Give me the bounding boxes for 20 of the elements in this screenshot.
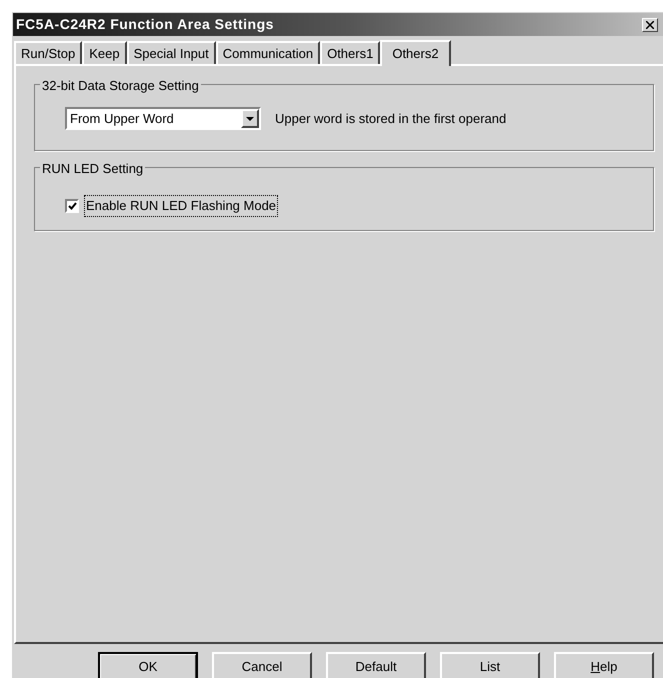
checkbox[interactable] [65,198,79,213]
window-title: FC5A-C24R2 Function Area Settings [16,15,274,34]
tab[interactable]: Communication [216,41,320,64]
dialog-button[interactable]: Cancel [212,652,312,678]
tab[interactable]: Run/Stop [14,41,82,64]
close-icon [646,20,654,28]
caret-icon [246,116,254,120]
dialog-button[interactable]: Help [554,652,654,678]
tab[interactable]: Keep [82,41,127,64]
checkbox-label[interactable]: Enable RUN LED Flashing Mode [84,195,278,216]
dialog-button[interactable]: List [440,652,540,678]
dialog-button[interactable]: Default [326,652,426,678]
close-button[interactable] [642,18,658,32]
check-icon [68,202,76,210]
tab[interactable]: Others2 [380,40,451,66]
dropdown[interactable]: From Upper Word [65,107,261,130]
tab[interactable]: Others1 [320,41,380,64]
description-text: Upper word is stored in the first operand [275,110,506,128]
dialog-button[interactable]: OK [98,652,198,678]
tab[interactable]: Special Input [126,41,216,64]
